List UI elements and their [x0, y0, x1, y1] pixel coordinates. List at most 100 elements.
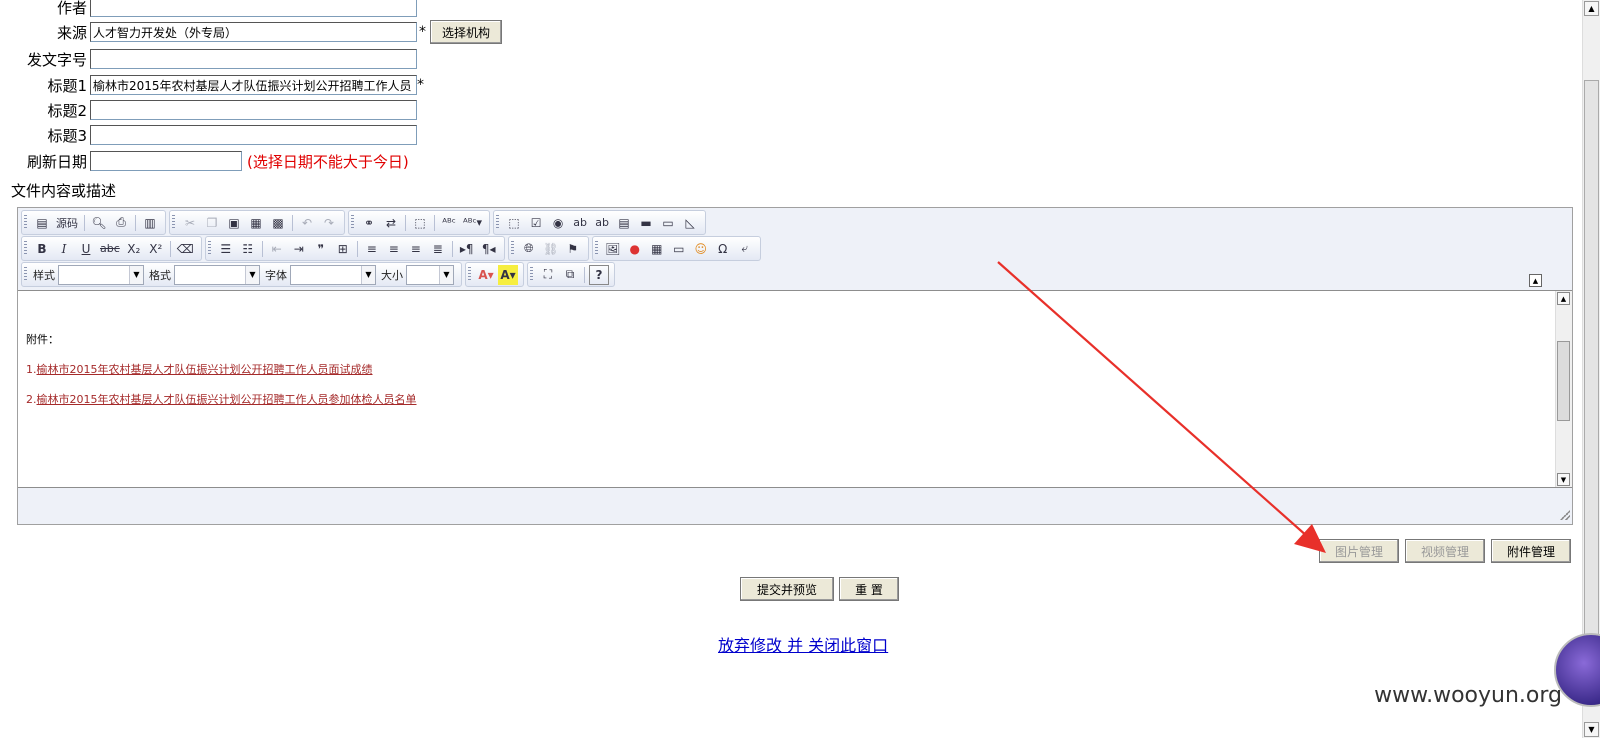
- special-char-button[interactable]: Ω: [713, 239, 733, 259]
- redo-icon[interactable]: ↷: [319, 213, 339, 233]
- spellcheck-dropdown-icon[interactable]: ᴬᴮᶜ▾: [461, 213, 484, 233]
- align-justify-icon[interactable]: ≣: [428, 239, 448, 259]
- eraser-icon[interactable]: ⌫: [175, 239, 196, 259]
- bold-button[interactable]: B: [32, 239, 52, 259]
- chevron-down-icon[interactable]: ▼: [129, 265, 143, 284]
- ltr-icon[interactable]: ▸¶: [457, 239, 477, 259]
- textarea-icon[interactable]: ab: [592, 213, 612, 233]
- reset-button[interactable]: 重 置: [839, 577, 899, 601]
- rtl-icon[interactable]: ¶◂: [479, 239, 499, 259]
- image-button-icon[interactable]: ▭: [658, 213, 678, 233]
- copy-icon[interactable]: ❐: [202, 213, 222, 233]
- div-container-icon[interactable]: ⊞: [333, 239, 353, 259]
- form-icon[interactable]: ⬚: [504, 213, 524, 233]
- chevron-down-icon[interactable]: ▼: [361, 265, 375, 284]
- title1-input[interactable]: 榆林市2015年农村基层人才队伍振兴计划公开招聘工作人员: [90, 75, 417, 95]
- select-org-button[interactable]: 选择机构: [430, 20, 502, 44]
- blockquote-icon[interactable]: ❞: [311, 239, 331, 259]
- print-icon[interactable]: ⎙: [111, 213, 131, 233]
- help-button[interactable]: ?: [589, 264, 609, 285]
- image-icon[interactable]: 🖼︎: [603, 239, 623, 259]
- submit-preview-button[interactable]: 提交并预览: [740, 577, 834, 601]
- superscript-button[interactable]: X²: [146, 239, 166, 259]
- italic-button[interactable]: I: [54, 239, 74, 259]
- chevron-down-icon[interactable]: ▼: [439, 265, 453, 284]
- align-right-icon[interactable]: ≡: [406, 239, 426, 259]
- font-select-value: [291, 266, 361, 284]
- radio-icon[interactable]: ◉: [548, 213, 568, 233]
- refresh-date-input[interactable]: [90, 151, 242, 171]
- unlink-icon[interactable]: ⛓: [541, 239, 561, 259]
- chevron-down-icon[interactable]: ▼: [245, 265, 259, 284]
- bulleted-list-icon[interactable]: ☷: [238, 239, 258, 259]
- smiley-icon[interactable]: ☺: [691, 239, 711, 259]
- select-field-icon[interactable]: ▤: [614, 213, 634, 233]
- video-manage-button[interactable]: 视频管理: [1405, 539, 1485, 563]
- table-icon[interactable]: ▦: [647, 239, 667, 259]
- editor-content-area[interactable]: 附件： 1.榆林市2015年农村基层人才队伍振兴计划公开招聘工作人员面试成绩 2…: [18, 290, 1572, 488]
- undo-icon[interactable]: ↶: [297, 213, 317, 233]
- subscript-button[interactable]: X₂: [124, 239, 144, 259]
- button-field-icon[interactable]: ▬: [636, 213, 656, 233]
- templates-icon[interactable]: ▥: [140, 213, 160, 233]
- checkbox-icon[interactable]: ☑: [526, 213, 546, 233]
- toolbar-separator: [451, 240, 453, 257]
- page-scroll-thumb[interactable]: [1584, 80, 1599, 640]
- cut-icon[interactable]: ✂: [180, 213, 200, 233]
- hidden-field-icon[interactable]: ◺: [680, 213, 700, 233]
- bg-color-icon[interactable]: A▾: [498, 264, 518, 285]
- maximize-icon[interactable]: ⛶: [538, 265, 558, 285]
- page-scroll-down-icon[interactable]: ▼: [1584, 722, 1599, 737]
- image-manage-button[interactable]: 图片管理: [1319, 539, 1399, 563]
- attachment-link-2[interactable]: 榆林市2015年农村基层人才队伍振兴计划公开招聘工作人员参加体检人员名单: [37, 393, 417, 406]
- page-scroll-up-icon[interactable]: ▲: [1584, 1, 1599, 16]
- attachment-item-2-prefix: 2.: [26, 393, 37, 406]
- discard-close-link[interactable]: 放弃修改 并 关闭此窗口: [718, 632, 888, 656]
- page-scrollbar[interactable]: ▲ ▼: [1582, 0, 1600, 738]
- horizontal-rule-icon[interactable]: ▭: [669, 239, 689, 259]
- editor-scrollbar[interactable]: ▲ ▼: [1555, 291, 1572, 487]
- align-left-icon[interactable]: ≡: [362, 239, 382, 259]
- spellcheck-icon[interactable]: ᴬᴮᶜ: [439, 213, 459, 233]
- outdent-icon[interactable]: ⇤: [267, 239, 287, 259]
- editor-scroll-thumb[interactable]: [1557, 341, 1570, 421]
- flash-icon[interactable]: ●: [625, 239, 645, 259]
- toolbar-grip: [24, 241, 27, 256]
- rich-text-editor: ▤ 源码 🔍︎ ⎙ ▥ ✂ ❐ ▣ ▦ ▩ ↶ ↷ ⚭ ⇄ ⬚ ᴬᴮᶜ ᴬᴮᶜ▾…: [17, 207, 1573, 525]
- select-all-icon[interactable]: ⬚: [410, 213, 430, 233]
- find-icon[interactable]: ⚭: [359, 213, 379, 233]
- strike-button[interactable]: abc: [98, 239, 122, 259]
- format-select[interactable]: ▼: [174, 264, 260, 285]
- attachment-manage-button[interactable]: 附件管理: [1491, 539, 1571, 563]
- link-icon[interactable]: 🌐︎: [519, 239, 539, 259]
- source-button[interactable]: 源码: [54, 213, 80, 233]
- title2-input[interactable]: [90, 100, 417, 120]
- replace-icon[interactable]: ⇄: [381, 213, 401, 233]
- paste-word-icon[interactable]: ▩: [268, 213, 288, 233]
- preview-icon[interactable]: 🔍︎: [89, 213, 109, 233]
- source-icon[interactable]: ▤: [32, 213, 52, 233]
- indent-icon[interactable]: ⇥: [289, 239, 309, 259]
- scroll-down-icon[interactable]: ▼: [1557, 473, 1570, 486]
- author-input[interactable]: [90, 0, 417, 17]
- anchor-icon[interactable]: ⚑: [563, 239, 583, 259]
- paste-text-icon[interactable]: ▦: [246, 213, 266, 233]
- scroll-up-icon[interactable]: ▲: [1557, 292, 1570, 305]
- source-input[interactable]: 人才智力开发处（外专局）: [90, 22, 417, 42]
- text-color-icon[interactable]: A▾: [476, 265, 496, 285]
- paste-icon[interactable]: ▣: [224, 213, 244, 233]
- numbered-list-icon[interactable]: ☰: [216, 239, 236, 259]
- resize-grip-icon[interactable]: [1560, 510, 1570, 520]
- align-center-icon[interactable]: ≡: [384, 239, 404, 259]
- size-select[interactable]: ▼: [406, 264, 454, 285]
- textfield-icon[interactable]: ab: [570, 213, 590, 233]
- style-select[interactable]: ▼: [58, 264, 144, 285]
- title3-input[interactable]: [90, 125, 417, 145]
- font-select[interactable]: ▼: [290, 264, 376, 285]
- doc-no-input[interactable]: [90, 49, 417, 69]
- underline-button[interactable]: U: [76, 239, 96, 259]
- page-break-icon[interactable]: ⤶: [735, 239, 755, 259]
- attachment-link-1[interactable]: 榆林市2015年农村基层人才队伍振兴计划公开招聘工作人员面试成绩: [37, 363, 373, 376]
- show-blocks-icon[interactable]: ⧉: [560, 265, 580, 285]
- collapse-toolbar-icon[interactable]: ▲: [1529, 274, 1542, 287]
